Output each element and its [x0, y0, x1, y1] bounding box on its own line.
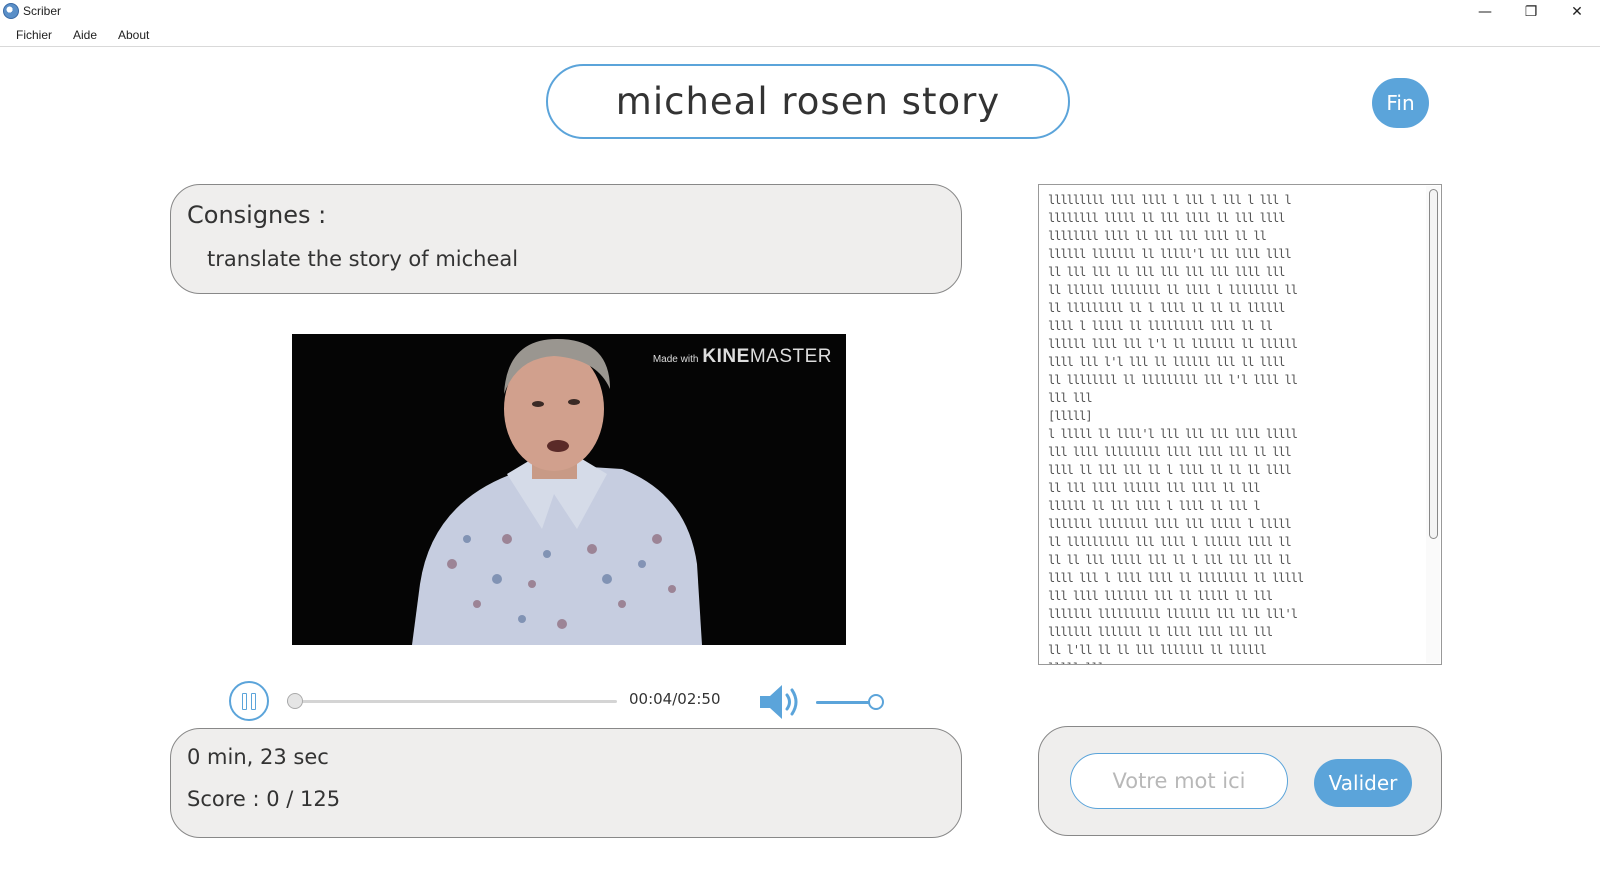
transcript-line: llll lll l'l lll ll llllll lll ll llll	[1048, 355, 1286, 369]
seek-handle[interactable]	[286, 693, 303, 709]
transcript-line: llll lll l llll llll ll llllllll ll llll…	[1048, 571, 1304, 585]
transcript-scrollbar[interactable]	[1426, 186, 1440, 663]
transcript-line: lllll lll	[1048, 659, 1413, 664]
minimize-button[interactable]: —	[1462, 0, 1508, 24]
word-input[interactable]	[1070, 753, 1288, 809]
instructions-panel: Consignes : translate the story of miche…	[170, 184, 962, 294]
close-button[interactable]: ✕	[1554, 0, 1600, 24]
kinemaster-watermark: Made with KINEMASTER	[653, 346, 832, 368]
transcript-line: ll lllllllll ll l llll ll ll ll llllll	[1048, 301, 1286, 315]
transcript-line: [lllll]	[1048, 409, 1093, 423]
transcript-line: lll llll lllllll lll ll lllll ll lll	[1048, 589, 1273, 603]
transcript-line: ll llllllllll lll llll l llllll llll ll	[1048, 535, 1292, 549]
watermark-made-with: Made with	[652, 354, 699, 365]
watermark-brand-bold: KINE	[702, 346, 750, 367]
transcript-line: llllll lllllll ll lllll'l lll llll llll	[1048, 247, 1292, 261]
speaker-icon[interactable]	[758, 682, 804, 722]
menu-aide[interactable]: Aide	[73, 28, 97, 42]
transcript-line: ll lll lll ll lll lll lll lll llll lll	[1048, 265, 1286, 279]
transcript-line: ll l'll ll ll lll lllllll ll llllll	[1048, 643, 1267, 657]
validate-button[interactable]: Valider	[1314, 759, 1412, 807]
score-label: Score : 0 / 125	[187, 787, 341, 811]
transcript-line: llll l lllll ll lllllllll llll ll ll	[1048, 319, 1273, 333]
transcript-line: lllllllll llll llll l lll l lll l lll l	[1048, 193, 1292, 207]
transcript-line: llllllll llll ll lll lll llll ll ll	[1048, 229, 1267, 243]
transcript-line: lllllll llllllllll lllllll lll lll lll'l	[1048, 607, 1298, 621]
transcript-line: ll lll llll llllll lll llll ll lll	[1048, 481, 1261, 495]
pause-icon[interactable]	[229, 681, 269, 721]
transcript-line: lllllll lllllll ll llll llll lll lll	[1048, 625, 1273, 639]
stats-panel: 0 min, 23 sec Score : 0 / 125	[170, 728, 962, 838]
volume-level	[816, 701, 876, 704]
transcript-line: llllll ll lll llll l llll ll lll l	[1048, 499, 1261, 513]
volume-handle[interactable]	[868, 694, 884, 710]
transcript-line: lll lll	[1048, 391, 1093, 405]
video-frame	[292, 334, 846, 645]
menu-bar: Fichier Aide About	[0, 24, 1600, 47]
volume-slider[interactable]	[816, 694, 884, 710]
instructions-text: translate the story of micheal	[207, 247, 519, 271]
title-bar: Scriber — ❐ ✕	[0, 0, 1600, 24]
transcript-line: llllll llll lll l'l ll lllllll ll llllll	[1048, 337, 1298, 351]
window-title: Scriber	[23, 4, 62, 18]
menu-fichier[interactable]: Fichier	[16, 28, 52, 42]
exercise-title-box: micheal rosen story	[546, 64, 1070, 139]
transcript-line: l lllll ll llll'l lll lll lll llll lllll	[1048, 427, 1298, 441]
transcript-line: lll llll lllllllll llll llll lll ll lll	[1048, 445, 1292, 459]
watermark-brand-rest: MASTER	[749, 346, 832, 367]
transcript-panel[interactable]: lllllllll llll llll l lll l lll l lll l l…	[1038, 184, 1442, 665]
transcript-line: llllllll lllll ll lll llll ll lll llll	[1048, 211, 1286, 225]
transcript-line: ll llllllll ll lllllllll lll l'l llll ll	[1048, 373, 1298, 387]
video-player[interactable]: Made with KINEMASTER	[292, 334, 846, 645]
app-icon	[3, 3, 19, 19]
playback-time: 00:04/02:50	[629, 690, 721, 708]
transcript-text: lllllllll llll llll l lll l lll l lll l l…	[1048, 191, 1413, 664]
transcript-line: llll ll lll lll ll l llll ll ll ll llll	[1048, 463, 1292, 477]
instructions-heading: Consignes :	[187, 201, 327, 229]
menu-about[interactable]: About	[118, 28, 149, 42]
exercise-title: micheal rosen story	[615, 80, 1001, 123]
transcript-line: ll ll lll lllll lll ll l lll lll lll ll	[1048, 553, 1292, 567]
maximize-button[interactable]: ❐	[1508, 0, 1554, 24]
scrollbar-thumb[interactable]	[1429, 189, 1438, 539]
pause-bar-left	[242, 692, 247, 710]
answer-panel: Valider	[1038, 726, 1442, 836]
end-button[interactable]: Fin	[1372, 78, 1429, 128]
elapsed-time: 0 min, 23 sec	[187, 745, 329, 769]
transcript-line: lllllll llllllll llll lll lllll l lllll	[1048, 517, 1292, 531]
transcript-line: ll llllll llllllll ll llll l llllllll ll	[1048, 283, 1298, 297]
seek-slider[interactable]	[286, 693, 617, 709]
pause-bar-right	[251, 692, 256, 710]
